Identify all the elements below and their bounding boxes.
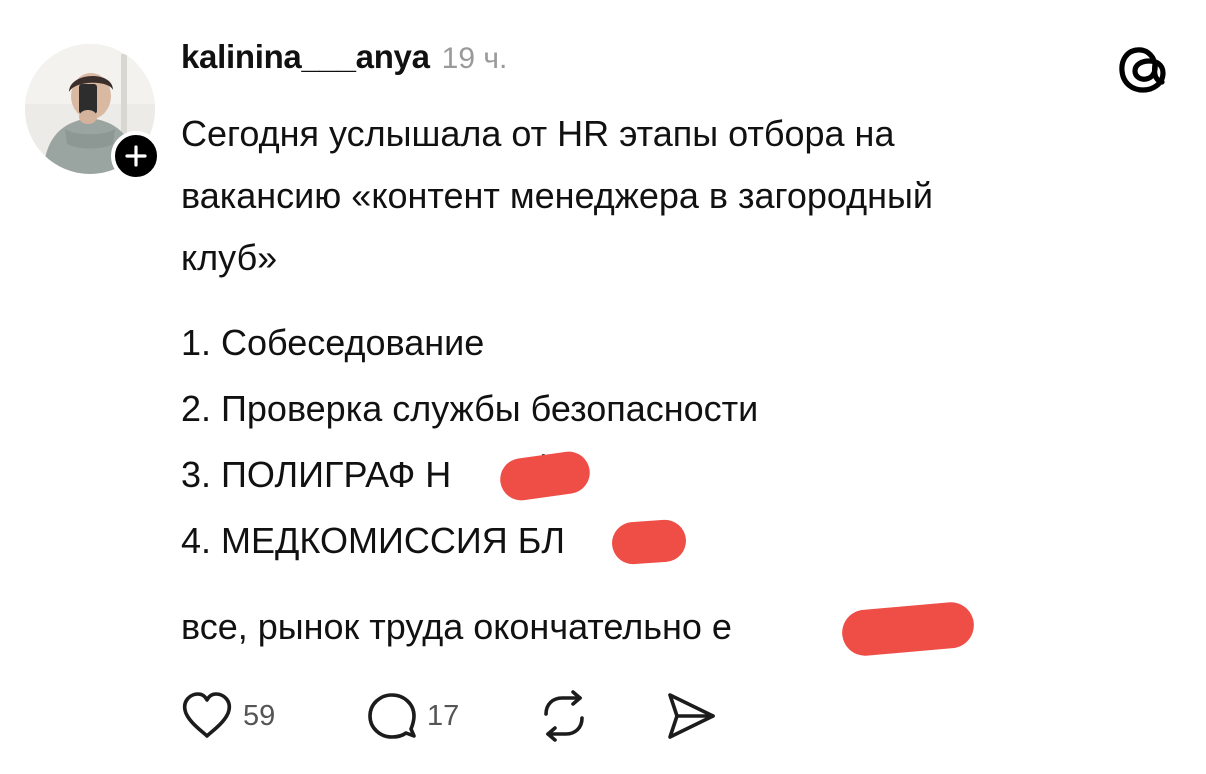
post-text-line: вакансию «контент менеджера в загородный xyxy=(181,175,934,216)
post-header: kalinina___anya 19 ч. xyxy=(181,38,507,88)
repost-icon xyxy=(544,690,584,742)
share-icon xyxy=(668,693,715,739)
post-text-line: клуб» xyxy=(181,237,278,278)
list-item: 2. Проверка службы безопасности xyxy=(181,388,759,429)
post-paragraph-1: Сегодня услышала от HR этапы отбора на в… xyxy=(181,103,933,289)
threads-logo-icon[interactable] xyxy=(1115,40,1173,98)
list-item: 3. ПОЛИГРАФ НЙ xyxy=(181,442,758,508)
post-paragraph-2: все, рынок труда окончательно еся xyxy=(181,596,887,658)
post-text-line: Сегодня услышала от HR этапы отбора на xyxy=(181,113,895,154)
avatar-container[interactable] xyxy=(25,44,161,181)
share-button[interactable] xyxy=(665,688,717,744)
comment-count: 17 xyxy=(427,699,460,732)
plus-icon xyxy=(125,145,147,167)
redaction-mark xyxy=(610,518,688,566)
timestamp: 19 ч. xyxy=(441,42,508,75)
post-text: все, рынок труда окончательно е xyxy=(181,606,732,647)
comment-icon xyxy=(368,693,416,739)
like-button[interactable]: 59 xyxy=(181,688,275,744)
list-item-text: 4. МЕДКОМИССИЯ БЛ xyxy=(181,520,565,561)
thread-post: kalinina___anya 19 ч. Сегодня услышала о… xyxy=(0,0,1206,774)
list-item: 1. Собеседование xyxy=(181,322,485,363)
comment-button[interactable]: 17 xyxy=(367,688,459,744)
username[interactable]: kalinina___anya xyxy=(181,38,430,76)
follow-button[interactable] xyxy=(111,131,161,181)
repost-button[interactable] xyxy=(538,688,590,744)
post-text-line: все, рынок труда окончательно еся xyxy=(181,596,887,658)
heart-icon xyxy=(182,692,232,738)
list-item-text: 3. ПОЛИГРАФ Н xyxy=(181,454,452,495)
like-count: 59 xyxy=(243,699,276,732)
